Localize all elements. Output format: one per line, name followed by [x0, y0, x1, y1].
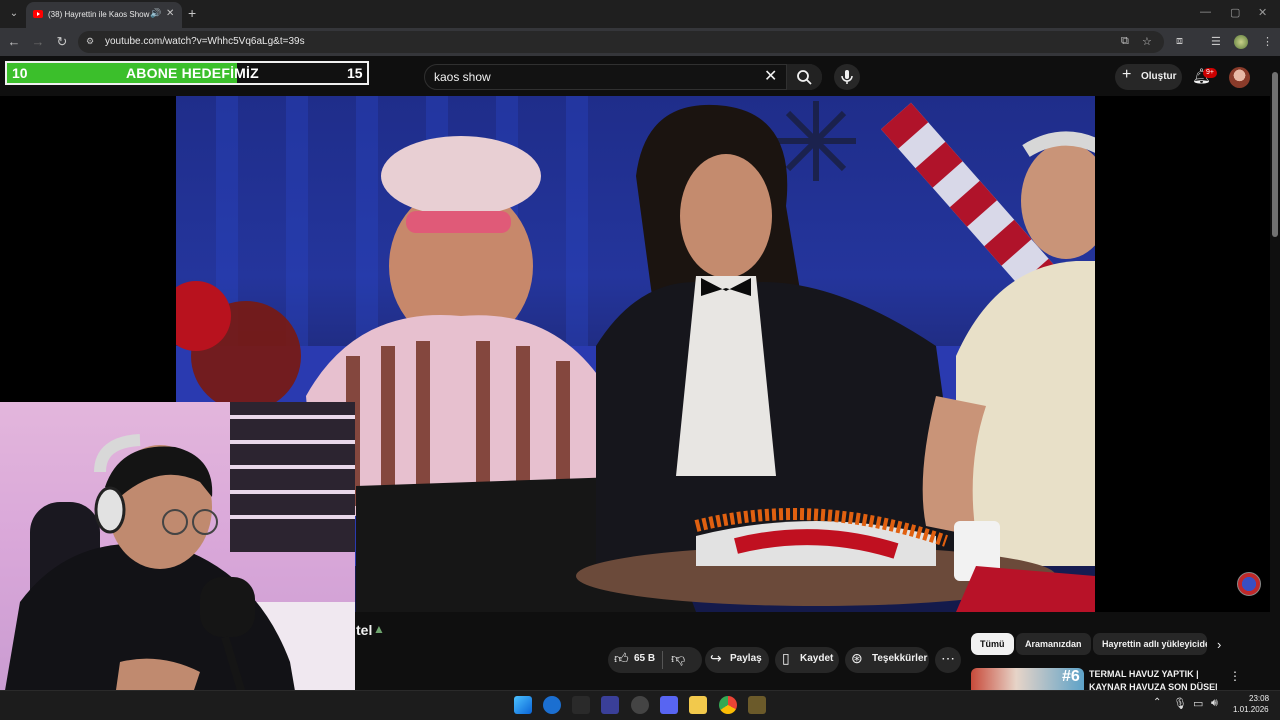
notifications-badge: 9+	[1203, 68, 1217, 78]
chevron-right-icon[interactable]: ›	[1217, 637, 1221, 652]
minimize-window-button[interactable]: —	[1200, 6, 1211, 18]
recommended-episode-number: #6	[1062, 668, 1080, 685]
create-label: Oluştur	[1141, 71, 1177, 82]
taskbar-clock-date[interactable]: 1.01.2026	[1233, 705, 1269, 714]
tab-search-chevron-icon[interactable]: ⌄	[6, 6, 22, 22]
search-input[interactable]: kaos show	[434, 70, 491, 84]
dislike-thumb-icon[interactable]: 👎︎	[671, 650, 685, 667]
file-explorer-icon[interactable]	[689, 696, 707, 714]
start-windows-icon[interactable]	[514, 696, 532, 714]
back-arrow-icon[interactable]: ←	[6, 34, 22, 49]
goal-current-count: 10	[12, 65, 28, 81]
account-avatar[interactable]	[1229, 67, 1250, 88]
discord-icon[interactable]	[660, 696, 678, 714]
reading-list-icon[interactable]: ☰	[1211, 35, 1221, 48]
tab-close-icon[interactable]: ✕	[166, 8, 174, 19]
reload-icon[interactable]: ↻	[54, 34, 70, 50]
audio-playing-icon[interactable]: 🔊	[150, 8, 161, 19]
capcut-icon[interactable]	[572, 696, 590, 714]
search-button[interactable]	[786, 64, 822, 90]
youtube-favicon-icon	[33, 10, 43, 18]
microphone-tray-icon[interactable]: 🎙︎	[1173, 697, 1187, 710]
cast-icon[interactable]: ⧉	[1121, 35, 1129, 48]
network-icon[interactable]: ▭	[1193, 697, 1203, 710]
app-diamond-icon[interactable]	[601, 696, 619, 714]
browser-tab-active[interactable]: (38) Hayrettin ile Kaos Show 🔊 ✕	[26, 2, 182, 28]
like-thumb-icon[interactable]: 👍︎	[614, 650, 629, 667]
goal-title: ABONE HEDEFİMİZ	[126, 65, 259, 81]
url-text[interactable]: youtube.com/watch?v=Whhc5Vq6aLg&t=39s	[105, 36, 305, 47]
more-horizontal-icon: ⋯	[941, 650, 955, 666]
recommended-video-title-line1[interactable]: TERMAL HAVUZ YAPTIK |	[1089, 669, 1217, 679]
webcam-image	[0, 402, 355, 720]
plus-icon: +	[1122, 66, 1132, 83]
like-divider	[662, 651, 663, 669]
streamer-webcam-overlay	[0, 402, 355, 720]
save-bookmark-icon: ▯	[782, 650, 790, 666]
forward-arrow-icon[interactable]: →	[30, 34, 46, 49]
extensions-puzzle-icon[interactable]: ⧈	[1176, 35, 1183, 48]
recommended-more-icon[interactable]: ⋮	[1229, 669, 1241, 683]
tray-overflow-chevron-icon[interactable]: ⌃	[1153, 697, 1161, 708]
chip-uploader[interactable]: Hayrettin adlı yükleyiciden	[1093, 633, 1207, 655]
chrome-menu-icon[interactable]: ⋮	[1262, 35, 1273, 48]
chrome-icon[interactable]	[719, 696, 737, 714]
scrollbar-thumb[interactable]	[1272, 72, 1278, 237]
site-info-icon[interactable]: ⚙	[86, 36, 97, 47]
voice-search-button[interactable]	[834, 64, 860, 90]
edge-browser-icon[interactable]	[543, 696, 561, 714]
like-count[interactable]: 65 B	[634, 653, 655, 664]
volume-icon[interactable]: 🔊︎	[1211, 697, 1218, 710]
close-window-button[interactable]: ✕	[1258, 6, 1267, 19]
clear-search-icon[interactable]: ✕	[764, 66, 777, 86]
thanks-label: Teşekkürler	[872, 653, 928, 664]
share-label: Paylaş	[730, 653, 762, 664]
bookmark-star-icon[interactable]: ☆	[1142, 35, 1152, 48]
maximize-window-button[interactable]: ▢	[1230, 6, 1240, 19]
tab-title: (38) Hayrettin ile Kaos Show	[48, 10, 150, 19]
channel-watermark-logo[interactable]	[1237, 572, 1261, 596]
chip-all[interactable]: Tümü	[971, 633, 1014, 655]
obs-studio-icon[interactable]	[631, 696, 649, 714]
video-title: tel	[356, 622, 373, 638]
christmas-tree-icon: ▲	[373, 622, 385, 636]
taskbar-clock-time[interactable]: 23:08	[1249, 694, 1269, 703]
share-arrow-icon: ↪	[710, 650, 722, 666]
thanks-dollar-icon: ⊛	[851, 650, 863, 666]
profile-avatar-icon[interactable]	[1234, 35, 1248, 49]
app-game-icon[interactable]	[748, 696, 766, 714]
search-icon	[797, 70, 812, 85]
save-label: Kaydet	[800, 653, 834, 664]
chip-from-search[interactable]: Aramanızdan	[1016, 633, 1091, 655]
microphone-icon	[841, 70, 853, 84]
goal-target-count: 15	[347, 65, 363, 81]
new-tab-button[interactable]: +	[188, 5, 196, 21]
